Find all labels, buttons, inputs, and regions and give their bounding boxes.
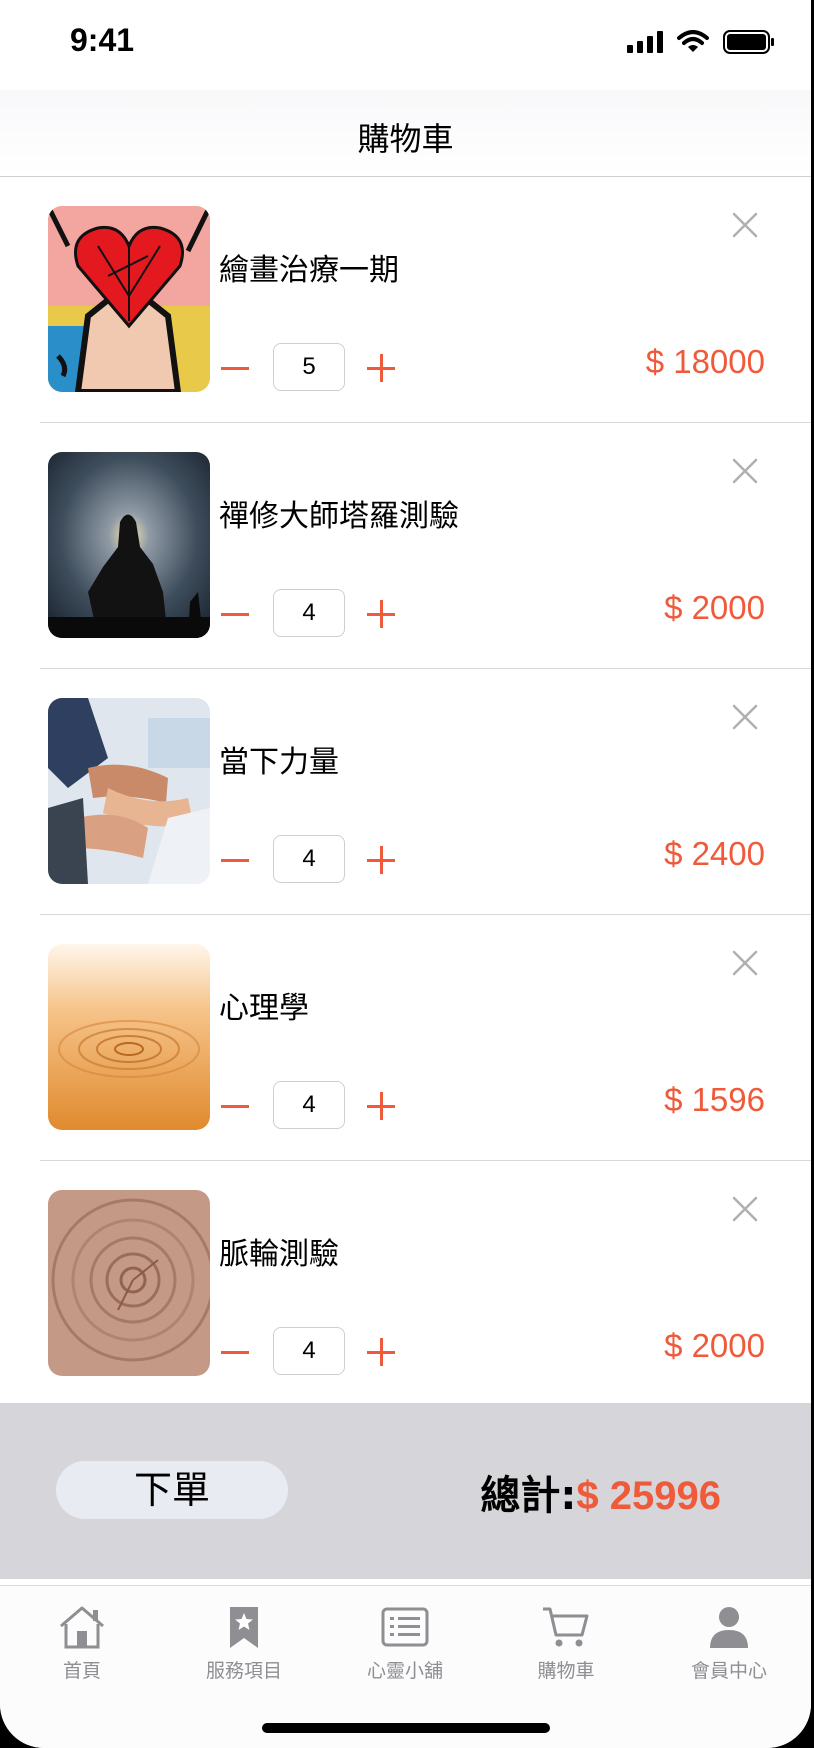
tab-member[interactable]: 會員中心 xyxy=(664,1604,794,1683)
cart-item: 當下力量 4 $ 2400 xyxy=(40,669,811,915)
quantity-stepper: 5 xyxy=(219,343,419,393)
total-amount: $ 25996 xyxy=(576,1474,721,1518)
order-summary-bar: 下單 總計:$ 25996 xyxy=(0,1403,811,1579)
decrease-button[interactable] xyxy=(219,1081,253,1131)
tab-label: 首頁 xyxy=(62,1660,101,1682)
tab-label: 會員中心 xyxy=(690,1660,767,1682)
quantity-stepper: 4 xyxy=(219,1081,419,1131)
tab-label: 服務項目 xyxy=(205,1660,282,1682)
place-order-button[interactable]: 下單 xyxy=(56,1461,288,1519)
item-image-meditation-buddha[interactable] xyxy=(48,452,210,638)
item-price: $ 2000 xyxy=(664,589,765,626)
close-icon[interactable] xyxy=(727,1191,763,1227)
navigation-bar: 購物車 xyxy=(0,90,811,177)
item-name: 當下力量 xyxy=(219,745,339,780)
signal-icon xyxy=(627,31,663,53)
item-price: $ 1596 xyxy=(664,1081,765,1118)
item-image-tree-rings[interactable] xyxy=(48,1190,210,1376)
close-icon[interactable] xyxy=(727,945,763,981)
increase-button[interactable] xyxy=(365,835,399,885)
quantity-field[interactable]: 4 xyxy=(273,835,345,883)
status-bar: 9:41 xyxy=(0,0,811,90)
cart-list: 繪畫治療一期 5 $ 18000 禪修大師塔羅測驗 4 $ 2000 當下力量 … xyxy=(0,177,811,1407)
total-label: 總計: xyxy=(480,1473,577,1519)
phone-screen: 9:41 購物車 繪畫治療一期 5 $ 18000 禪修大師塔羅測驗 4 $ 2… xyxy=(0,0,811,1748)
cart-item: 繪畫治療一期 5 $ 18000 xyxy=(40,177,811,423)
status-time: 9:41 xyxy=(70,22,135,58)
quantity-field[interactable]: 5 xyxy=(273,343,345,391)
tab-label: 心靈小舖 xyxy=(366,1660,443,1682)
cart-item: 禪修大師塔羅測驗 4 $ 2000 xyxy=(40,423,811,669)
bookmark-star-icon xyxy=(230,1607,258,1648)
decrease-button[interactable] xyxy=(219,835,253,885)
cart-item: 心理學 4 $ 1596 xyxy=(40,915,811,1161)
close-icon[interactable] xyxy=(727,453,763,489)
tab-home[interactable]: 首頁 xyxy=(17,1604,147,1683)
item-name: 繪畫治療一期 xyxy=(219,253,399,288)
item-price: $ 18000 xyxy=(645,343,765,380)
increase-button[interactable] xyxy=(365,1327,399,1377)
battery-icon xyxy=(723,30,774,54)
item-image-heart-painting[interactable] xyxy=(48,206,210,392)
quantity-stepper: 4 xyxy=(219,1327,419,1377)
decrease-button[interactable] xyxy=(219,1327,253,1377)
quantity-field[interactable]: 4 xyxy=(273,1081,345,1129)
quantity-stepper: 4 xyxy=(219,835,419,885)
quantity-field[interactable]: 4 xyxy=(273,589,345,637)
close-icon[interactable] xyxy=(727,699,763,735)
status-icons xyxy=(627,30,775,54)
decrease-button[interactable] xyxy=(219,343,253,393)
item-image-joined-hands[interactable] xyxy=(48,698,210,884)
list-icon xyxy=(381,1607,429,1647)
item-name: 脈輪測驗 xyxy=(219,1237,339,1272)
increase-button[interactable] xyxy=(365,589,399,639)
item-image-water-ripple[interactable] xyxy=(48,944,210,1130)
wifi-icon xyxy=(677,30,709,52)
order-total: 總計:$ 25996 xyxy=(480,1463,721,1521)
quantity-stepper: 4 xyxy=(219,589,419,639)
increase-button[interactable] xyxy=(365,1081,399,1131)
page-title: 購物車 xyxy=(357,120,454,158)
person-icon xyxy=(710,1607,748,1648)
item-price: $ 2000 xyxy=(664,1327,765,1364)
decrease-button[interactable] xyxy=(219,589,253,639)
item-price: $ 2400 xyxy=(664,835,765,872)
tab-shop[interactable]: 心靈小舖 xyxy=(340,1604,470,1683)
increase-button[interactable] xyxy=(365,343,399,393)
item-name: 禪修大師塔羅測驗 xyxy=(219,499,459,534)
quantity-field[interactable]: 4 xyxy=(273,1327,345,1375)
tab-services[interactable]: 服務項目 xyxy=(179,1604,309,1683)
item-name: 心理學 xyxy=(219,991,309,1026)
tab-cart[interactable]: 購物車 xyxy=(501,1604,631,1683)
tab-label: 購物車 xyxy=(537,1660,595,1682)
cart-icon xyxy=(543,1607,589,1647)
home-icon xyxy=(60,1606,104,1649)
cart-item: 脈輪測驗 4 $ 2000 xyxy=(40,1161,811,1407)
home-indicator xyxy=(262,1723,550,1733)
close-icon[interactable] xyxy=(727,207,763,243)
